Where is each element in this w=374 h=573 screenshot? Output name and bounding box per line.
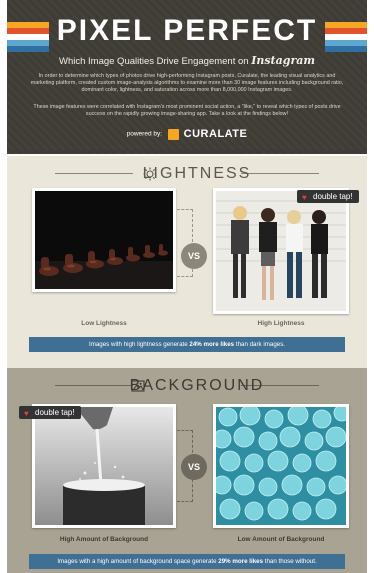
background-section: BACKGROUND ♥ double tap! High Amount of … xyxy=(7,368,367,573)
background-result-bar: Images with a high amount of background … xyxy=(29,554,345,569)
lightness-result-stat: 24% more likes xyxy=(189,341,235,348)
intro-paragraph-2: These image features were correlated wit… xyxy=(33,104,341,118)
background-result-post: than those without. xyxy=(263,558,317,565)
intro-paragraph-1: In order to determine which types of pho… xyxy=(30,73,344,94)
vs-badge: VS xyxy=(181,454,207,480)
heart-icon: ♥ xyxy=(24,409,29,418)
page-title: PIXEL PERFECT xyxy=(56,14,318,47)
lightness-title: LIGHTNESS xyxy=(142,165,252,182)
lightness-section: LIGHTNESS Low Lightness VS ♥ double tap!… xyxy=(7,156,367,368)
low-background-photo xyxy=(213,404,349,528)
high-lightness-caption: High Lightness xyxy=(257,320,305,327)
high-background-photo xyxy=(32,404,176,528)
curalate-logo-text: CURALATE xyxy=(183,128,248,140)
background-heading: BACKGROUND xyxy=(7,376,367,394)
vs-badge: VS xyxy=(181,243,207,269)
low-background-caption: Low Amount of Background xyxy=(237,536,325,543)
high-lightness-photo xyxy=(213,188,349,314)
low-lightness-caption: Low Lightness xyxy=(81,320,127,327)
bright-models-image xyxy=(216,191,346,311)
background-result-pre: Images with a high amount of background … xyxy=(57,558,219,565)
double-tap-label: double tap! xyxy=(35,408,75,417)
lightness-result-post: than dark images. xyxy=(234,341,286,348)
background-title: BACKGROUND xyxy=(129,377,265,394)
powered-by-label: powered by: xyxy=(126,130,163,138)
lightness-heading: LIGHTNESS xyxy=(7,164,367,182)
infographic: PIXEL PERFECT Which Image Qualities Driv… xyxy=(7,0,367,573)
pouring-drink-image xyxy=(35,407,173,525)
double-tap-label: double tap! xyxy=(313,192,353,201)
low-lightness-photo xyxy=(32,188,176,292)
curalate-logo-icon xyxy=(167,128,179,140)
double-tap-tag: ♥ double tap! xyxy=(297,190,359,203)
heart-icon: ♥ xyxy=(302,193,307,202)
header: PIXEL PERFECT Which Image Qualities Driv… xyxy=(7,0,367,154)
lightness-result-bar: Images with high lightness generate 24% … xyxy=(29,337,345,352)
background-result-stat: 29% more likes xyxy=(218,558,264,565)
subtitle-text: Which Image Qualities Drive Engagement o… xyxy=(58,56,249,67)
blue-candy-image xyxy=(216,407,346,525)
high-background-caption: High Amount of Background xyxy=(59,536,149,543)
page-subtitle: Which Image Qualities Drive Engagement o… xyxy=(7,54,367,67)
instagram-wordmark: Instagram xyxy=(251,54,316,67)
powered-by: powered by: CURALATE xyxy=(7,128,367,140)
dark-shoes-image xyxy=(35,191,173,289)
double-tap-tag: ♥ double tap! xyxy=(19,406,81,419)
lightness-result-pre: Images with high lightness generate xyxy=(88,341,190,348)
